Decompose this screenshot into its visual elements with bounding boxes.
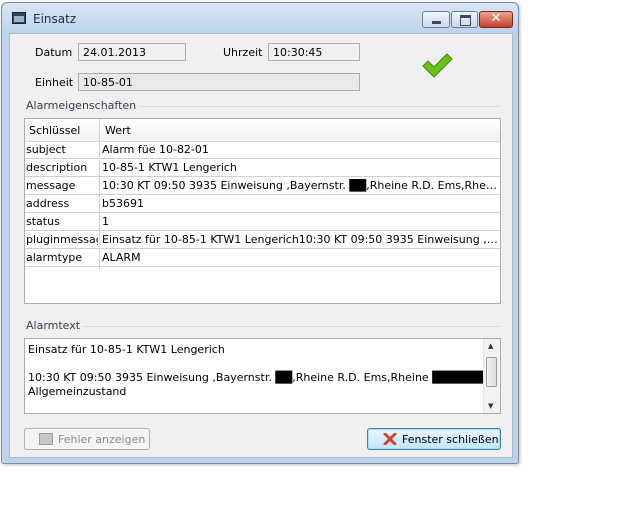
- table-header: Schlüssel Wert: [25, 119, 500, 142]
- row-key: status: [26, 215, 60, 228]
- scroll-down-arrow-icon[interactable]: ▼: [488, 402, 493, 410]
- checkmark-icon: [422, 53, 453, 78]
- close-x-icon: [383, 433, 397, 445]
- table-row[interactable]: alarmtype ALARM: [25, 249, 500, 267]
- close-dialog-button[interactable]: Fenster schließen: [367, 428, 501, 450]
- title-bar[interactable]: Einsatz ✕: [2, 3, 518, 33]
- row-value: 10:30 KT 09:50 3935 Einweisung ,Bayernst…: [102, 179, 498, 192]
- table-row[interactable]: status 1: [25, 213, 500, 231]
- einheit-label: Einheit: [35, 76, 74, 89]
- row-key: subject: [26, 143, 66, 156]
- scrollbar-thumb[interactable]: [486, 357, 497, 387]
- close-icon: ✕: [490, 11, 502, 26]
- row-value: Alarm füe 10-82-01: [102, 143, 209, 156]
- row-key: address: [26, 197, 70, 210]
- row-value: ALARM: [102, 251, 141, 264]
- alarmtext-line: Allgemeinzustand: [28, 385, 127, 398]
- show-errors-label: Fehler anzeigen: [58, 433, 146, 446]
- row-key: message: [26, 179, 76, 192]
- show-errors-button[interactable]: Fehler anzeigen: [24, 428, 150, 450]
- column-separator[interactable]: [99, 119, 100, 141]
- alarmtext-label: Alarmtext: [24, 319, 83, 332]
- scroll-up-arrow-icon[interactable]: ▲: [488, 342, 493, 350]
- close-dialog-label: Fenster schließen: [402, 433, 499, 446]
- close-window-button[interactable]: ✕: [479, 11, 513, 28]
- column-header-wert[interactable]: Wert: [105, 124, 131, 137]
- uhrzeit-field[interactable]: 10:30:45: [268, 43, 360, 61]
- alarmtext-area[interactable]: Einsatz für 10-85-1 KTW1 Lengerich 10:30…: [24, 338, 501, 414]
- column-header-schluessel[interactable]: Schlüssel: [29, 124, 80, 137]
- row-value: 10-85-1 KTW1 Lengerich: [102, 161, 237, 174]
- table-row[interactable]: message 10:30 KT 09:50 3935 Einweisung ,…: [25, 177, 500, 195]
- uhrzeit-label: Uhrzeit: [223, 46, 263, 59]
- table-row[interactable]: subject Alarm füe 10-82-01: [25, 141, 500, 159]
- table-row[interactable]: pluginmessage Einsatz für 10-85-1 KTW1 L…: [25, 231, 500, 249]
- datum-label: Datum: [35, 46, 73, 59]
- group-separator: [24, 326, 501, 327]
- alarmeigenschaften-label: Alarmeigenschaften: [24, 99, 139, 112]
- table-row[interactable]: address b53691: [25, 195, 500, 213]
- alarmtext-line: Einsatz für 10-85-1 KTW1 Lengerich: [28, 343, 225, 356]
- dialog-body: Datum 24.01.2013 Uhrzeit 10:30:45 Einhei…: [9, 33, 513, 458]
- row-key: pluginmessage: [26, 233, 98, 246]
- row-value: 1: [102, 215, 109, 228]
- row-key: alarmtype: [26, 251, 83, 264]
- table-row[interactable]: description 10-85-1 KTW1 Lengerich: [25, 159, 500, 177]
- row-value: Einsatz für 10-85-1 KTW1 Lengerich10:30 …: [102, 233, 498, 246]
- properties-table[interactable]: Schlüssel Wert subject Alarm füe 10-82-0…: [24, 118, 501, 304]
- alarmtext-line: 10:30 KT 09:50 3935 Einweisung ,Bayernst…: [28, 371, 501, 384]
- window-title: Einsatz: [33, 12, 77, 26]
- datum-field[interactable]: 24.01.2013: [78, 43, 186, 61]
- einheit-field[interactable]: 10-85-01: [78, 73, 360, 91]
- row-value: b53691: [102, 197, 144, 210]
- error-list-icon: [39, 433, 53, 445]
- einsatz-window: Einsatz ✕ Datum 24.01.2013 Uhrzeit 10:30…: [1, 2, 519, 464]
- app-window-icon: [12, 12, 26, 24]
- maximize-button[interactable]: [451, 11, 478, 28]
- minimize-button[interactable]: [422, 11, 450, 28]
- row-key: description: [26, 161, 88, 174]
- vertical-scrollbar[interactable]: ▲ ▼: [483, 339, 500, 413]
